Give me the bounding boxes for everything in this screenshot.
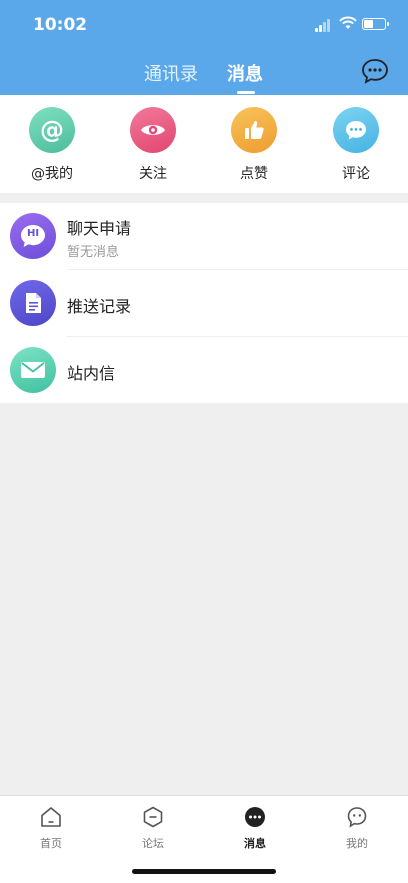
hi-label: HI <box>26 228 40 239</box>
document-icon <box>10 280 56 326</box>
list-item-chat-requests[interactable]: HI 聊天申请 暂无消息 <box>0 203 408 270</box>
thumbs-up-icon <box>231 107 277 153</box>
tabbar-forum[interactable]: 论坛 <box>123 806 183 851</box>
wifi-icon <box>339 16 357 29</box>
tabbar-profile[interactable]: 我的 <box>327 806 387 851</box>
tab-indicator <box>237 91 255 94</box>
row-title: 站内信 <box>67 364 116 383</box>
hi-chat-icon: HI <box>10 213 56 259</box>
row-subtitle: 暂无消息 <box>67 245 120 260</box>
home-icon <box>41 807 61 827</box>
tabbar-label: 首页 <box>40 837 62 850</box>
quick-action-mentions[interactable]: @ @我的 <box>12 107 92 183</box>
battery-icon <box>362 18 389 30</box>
home-indicator <box>132 869 276 874</box>
quick-action-comments[interactable]: 评论 <box>316 107 396 183</box>
profile-icon <box>347 807 367 828</box>
message-icon <box>245 807 265 827</box>
quick-actions-panel: @ @我的 关注 点赞 评论 <box>0 95 408 193</box>
tabbar-label: 我的 <box>346 837 368 850</box>
envelope-icon <box>10 347 56 393</box>
tab-contacts[interactable]: 通讯录 <box>144 60 198 86</box>
header: 10:02 通讯录 消息 <box>0 0 408 95</box>
tabbar-messages[interactable]: 消息 <box>225 806 285 851</box>
quick-action-follow[interactable]: 关注 <box>113 107 193 183</box>
list-item-inbox[interactable]: 站内信 <box>0 337 408 404</box>
message-list: HI 聊天申请 暂无消息 推送记录 站内信 <box>0 203 408 403</box>
quick-action-label: 点赞 <box>240 166 268 182</box>
quick-action-label: 关注 <box>139 166 167 182</box>
cellular-signal-icon <box>315 18 333 32</box>
comment-icon <box>333 107 379 153</box>
forum-icon <box>143 806 163 828</box>
tabbar-label: 论坛 <box>142 837 164 850</box>
row-title: 推送记录 <box>67 297 132 316</box>
status-time: 10:02 <box>33 15 88 35</box>
tab-messages[interactable]: 消息 <box>227 60 263 86</box>
chat-bubble-icon[interactable] <box>361 58 389 84</box>
quick-action-label: 评论 <box>342 166 370 182</box>
tabbar-home[interactable]: 首页 <box>21 806 81 851</box>
eye-icon <box>130 107 176 153</box>
quick-action-likes[interactable]: 点赞 <box>214 107 294 183</box>
list-item-push-records[interactable]: 推送记录 <box>0 270 408 337</box>
quick-action-label: @我的 <box>31 166 73 182</box>
at-icon: @ <box>29 107 75 153</box>
tabbar-label: 消息 <box>244 837 266 850</box>
row-title: 聊天申请 <box>67 219 132 238</box>
